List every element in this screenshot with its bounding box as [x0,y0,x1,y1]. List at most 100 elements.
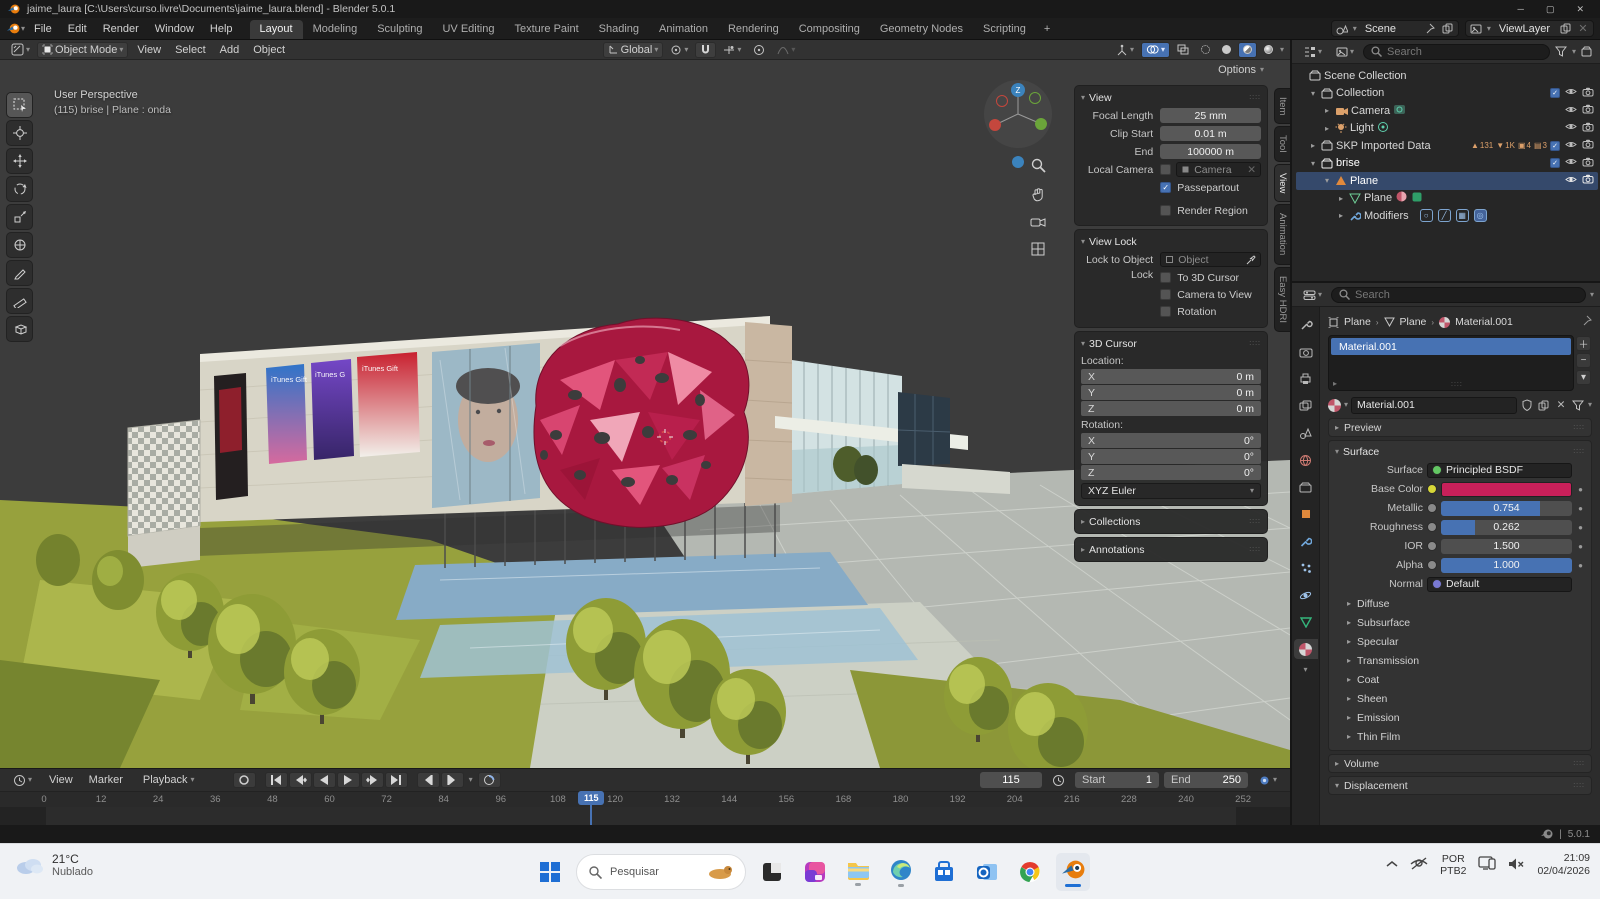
disable-render-icon[interactable] [1582,139,1594,152]
scene-selector[interactable]: ▾ Scene [1331,20,1459,37]
properties-search-input[interactable]: Search [1331,287,1586,303]
move-tool[interactable] [6,148,33,174]
cursor-rotation-field[interactable]: Z0° [1081,465,1261,480]
mode-selector[interactable]: Object Mode▾ [37,42,128,58]
disable-render-icon[interactable] [1582,174,1594,187]
unlink-material-button[interactable]: ✕ [1554,398,1568,412]
material-subsection-specular[interactable]: ▸Specular [1335,632,1585,651]
auto-keyframe-toggle[interactable] [233,772,256,788]
outliner-row-camera[interactable]: ▸ Camera [1296,102,1598,120]
outliner-row-modifiers[interactable]: ▸ Modifiers ○ ╱ ▦ ◎ [1296,207,1598,225]
material-subsection-transmission[interactable]: ▸Transmission [1335,651,1585,670]
normal-field[interactable]: Default [1427,577,1572,592]
disable-render-icon[interactable] [1582,157,1594,170]
zoom-icon[interactable] [1031,158,1046,176]
add-workspace-button[interactable]: + [1037,21,1057,37]
annotations-panel[interactable]: ▸Annotations:::: [1074,537,1268,562]
workspace-tab-uv-editing[interactable]: UV Editing [432,20,504,39]
shading-material-button[interactable] [1238,42,1257,58]
base-color-swatch[interactable] [1441,482,1572,497]
workspace-tab-sculpting[interactable]: Sculpting [367,20,432,39]
app-copilot-icon[interactable] [798,853,832,891]
local-camera-checkbox[interactable] [1160,164,1171,175]
timeline-menu-playback[interactable]: Playback▾ [135,772,203,788]
workspace-tab-compositing[interactable]: Compositing [789,20,870,39]
rotation-mode-dropdown[interactable]: XYZ Euler▾ [1081,483,1261,499]
blender-menu-icon[interactable] [6,22,20,36]
next-keyframe-button[interactable] [361,772,384,788]
app-blender-icon[interactable] [1056,853,1090,891]
remove-viewlayer-button[interactable]: ✕ [1576,22,1590,36]
volume-muted-icon[interactable] [1508,857,1525,874]
tab-output[interactable] [1294,369,1318,389]
timeline-menu-view[interactable]: View [41,772,81,788]
hide-eye-icon[interactable] [1565,157,1577,169]
outliner-row-plane-data[interactable]: ▸ Plane [1296,190,1598,208]
material-slot-selected[interactable]: Material.001 [1331,338,1571,355]
preview-panel[interactable]: ▸Preview:::: [1328,418,1592,437]
app-store-icon[interactable] [927,853,961,891]
outliner-filter-mode-button[interactable]: ▾ [1331,44,1359,60]
play-button[interactable] [337,772,360,788]
npanel-tab-item[interactable]: Item [1274,88,1290,124]
ortho-grid-icon[interactable] [1031,242,1046,260]
material-name-field[interactable]: Material.001 [1351,397,1517,414]
outliner-display-mode-button[interactable]: ▾ [1298,44,1327,60]
breadcrumb-object[interactable]: Plane [1344,316,1371,328]
measure-tool[interactable] [6,288,33,314]
copy-icon[interactable] [1537,398,1551,412]
breadcrumb-material[interactable]: Material.001 [1455,316,1513,328]
navigation-gizmo[interactable]: Z [978,74,1058,170]
cursor-location-field[interactable]: Y0 m [1081,385,1261,400]
view-panel-header[interactable]: ▾View:::: [1081,89,1261,106]
timeline-ruler[interactable]: 0122436486072849610812013214415616818019… [0,791,1290,807]
language-indicator[interactable]: PORPTB2 [1440,853,1466,877]
outliner-row-brise[interactable]: ▾ brise [1296,155,1598,173]
transform-tool[interactable] [6,232,33,258]
disable-render-icon[interactable] [1582,122,1594,135]
cursor-rotation-field[interactable]: Y0° [1081,449,1261,464]
modifier-chip-icon[interactable]: ○ [1420,209,1433,222]
pin-icon[interactable] [1423,22,1437,36]
jump-to-start-button[interactable] [265,772,288,788]
outliner-row-collection[interactable]: ▾ Collection [1296,85,1598,103]
tab-collection[interactable] [1294,477,1318,497]
disable-render-icon[interactable] [1582,87,1594,100]
play-reverse-button[interactable] [313,772,336,788]
shading-wireframe-button[interactable] [1196,42,1215,58]
copy-icon[interactable] [1441,22,1455,36]
close-button[interactable]: ✕ [1576,4,1584,15]
tab-view-layer[interactable] [1294,396,1318,416]
prev-frame-button[interactable] [417,772,440,788]
keying-set-button[interactable]: ▾ [1253,772,1282,788]
view-lock-header[interactable]: ▾View Lock [1081,233,1261,250]
tab-modifiers[interactable] [1294,531,1318,551]
remove-slot-button[interactable]: − [1576,353,1591,368]
weather-widget[interactable]: 21°C Nublado [14,852,93,878]
field-value[interactable]: 0.01 m [1160,126,1261,141]
checkbox[interactable] [1160,272,1171,283]
timeline-editor-type-button[interactable]: ▾ [8,772,37,788]
show-overlays-toggle[interactable]: ▾ [1141,42,1170,58]
workspace-tab-layout[interactable]: Layout [250,20,303,39]
tab-object[interactable] [1294,504,1318,524]
hide-eye-icon[interactable] [1565,175,1577,187]
metallic-slider[interactable]: 0.754 [1441,501,1572,516]
transform-orientation-selector[interactable]: Global▾ [603,42,664,58]
checkbox[interactable] [1160,289,1171,300]
playback-sync-button[interactable] [478,772,501,788]
npanel-tab-animation[interactable]: Animation [1274,204,1290,264]
prev-keyframe-button[interactable] [289,772,312,788]
modifier-chip-icon[interactable]: ▦ [1456,209,1469,222]
tab-particles[interactable] [1294,558,1318,578]
shading-rendered-button[interactable] [1259,42,1278,58]
ior-slider[interactable]: 1.500 [1441,539,1572,554]
field-value[interactable]: 100000 m [1160,144,1261,159]
hide-eye-icon[interactable] [1565,122,1577,134]
shading-dropdown[interactable]: ▾ [1280,46,1284,54]
show-gizmo-toggle[interactable]: ▾ [1111,42,1139,58]
npanel-tab-easy-hdri[interactable]: Easy HDRI [1274,267,1290,332]
viewport-menu-view[interactable]: View [130,43,168,57]
viewport-options-button[interactable]: Options▾ [1218,64,1264,76]
checkbox[interactable] [1160,306,1171,317]
